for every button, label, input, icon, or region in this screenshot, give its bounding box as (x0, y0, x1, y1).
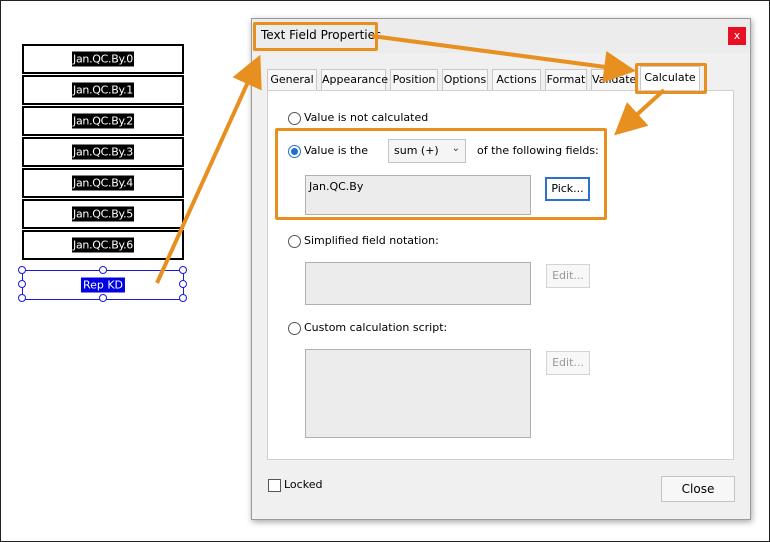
form-field-name: Jan.QC.By.0 (72, 51, 134, 67)
tab-position[interactable]: Position (390, 69, 438, 90)
locked-label: Locked (284, 478, 323, 491)
form-field-jan-qc-by-3[interactable]: Jan.QC.By.3 (22, 137, 184, 167)
edit-custom-button[interactable]: Edit... (546, 351, 590, 375)
resize-handle[interactable] (179, 266, 187, 274)
resize-handle[interactable] (99, 294, 107, 302)
dialog-titlebar[interactable]: Text Field Properties x (252, 19, 750, 53)
resize-handle[interactable] (179, 280, 187, 288)
label-simplified-notation: Simplified field notation: (304, 234, 439, 247)
tab-options[interactable]: Options (442, 69, 488, 90)
simplified-notation-box[interactable] (305, 262, 531, 305)
form-field-name: Jan.QC.By.5 (72, 206, 134, 222)
radio-custom-script[interactable] (288, 322, 301, 335)
custom-script-box[interactable] (305, 349, 531, 438)
edit-simplified-button[interactable]: Edit... (546, 264, 590, 288)
operation-select[interactable]: sum (+) ⌄ (388, 139, 466, 163)
close-button[interactable]: Close (661, 476, 735, 502)
dialog-title: Text Field Properties (261, 28, 382, 42)
tab-validate[interactable]: Validate (591, 69, 637, 90)
resize-handle[interactable] (99, 266, 107, 274)
resize-handle[interactable] (18, 266, 26, 274)
radio-simplified-notation[interactable] (288, 235, 301, 248)
form-field-jan-qc-by-5[interactable]: Jan.QC.By.5 (22, 199, 184, 229)
form-field-name: Jan.QC.By.4 (72, 175, 134, 191)
tab-general[interactable]: General (267, 69, 317, 90)
resize-handle[interactable] (18, 280, 26, 288)
fields-list-value: Jan.QC.By (309, 180, 364, 193)
chevron-down-icon: ⌄ (451, 143, 460, 154)
label-value-is: Value is the (304, 144, 369, 157)
locked-checkbox[interactable] (268, 479, 281, 492)
form-field-name: Jan.QC.By.6 (72, 237, 134, 253)
resize-handle[interactable] (179, 294, 187, 302)
text-field-properties-dialog: Text Field Properties x General Appearan… (251, 18, 751, 520)
pick-button[interactable]: Pick... (545, 177, 590, 201)
label-following-fields: of the following fields: (477, 144, 599, 157)
tab-format[interactable]: Format (545, 69, 587, 90)
form-field-jan-qc-by-2[interactable]: Jan.QC.By.2 (22, 106, 184, 136)
form-field-jan-qc-by-6[interactable]: Jan.QC.By.6 (22, 230, 184, 260)
radio-not-calculated[interactable] (288, 112, 301, 125)
form-field-jan-qc-by-0[interactable]: Jan.QC.By.0 (22, 44, 184, 74)
form-field-name: Jan.QC.By.2 (72, 113, 134, 129)
form-field-name: Jan.QC.By.3 (72, 144, 134, 160)
close-icon[interactable]: x (728, 27, 746, 45)
tab-appearance[interactable]: Appearance (321, 69, 388, 90)
form-field-jan-qc-by-4[interactable]: Jan.QC.By.4 (22, 168, 184, 198)
form-field-jan-qc-by-1[interactable]: Jan.QC.By.1 (22, 75, 184, 105)
tab-actions[interactable]: Actions (492, 69, 541, 90)
tab-calculate[interactable]: Calculate (640, 66, 700, 91)
label-not-calculated: Value is not calculated (304, 111, 429, 124)
selected-field-name: Rep KD (80, 277, 126, 293)
resize-handle[interactable] (18, 294, 26, 302)
radio-value-is[interactable] (288, 145, 301, 158)
operation-select-value: sum (+) (394, 144, 439, 157)
form-field-name: Jan.QC.By.1 (72, 82, 134, 98)
fields-list-box[interactable]: Jan.QC.By (305, 175, 531, 215)
calculate-panel: Value is not calculated Value is the sum… (267, 90, 734, 460)
label-custom-script: Custom calculation script: (304, 321, 448, 334)
